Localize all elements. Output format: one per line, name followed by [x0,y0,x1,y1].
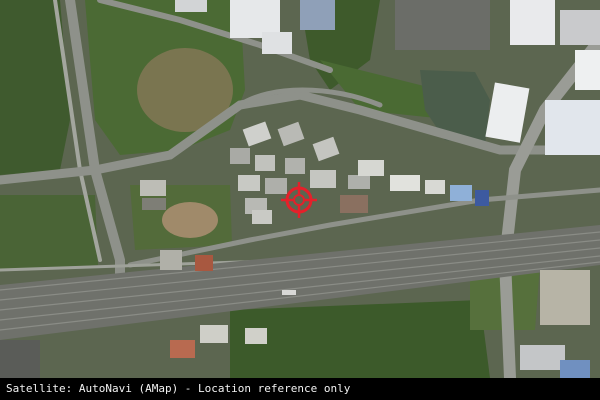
satellite-map-view[interactable]: Satellite: AutoNavi (AMap) - Location re… [0,0,600,400]
attribution-caption: Satellite: AutoNavi (AMap) - Location re… [0,378,600,400]
satellite-imagery[interactable] [0,0,600,378]
